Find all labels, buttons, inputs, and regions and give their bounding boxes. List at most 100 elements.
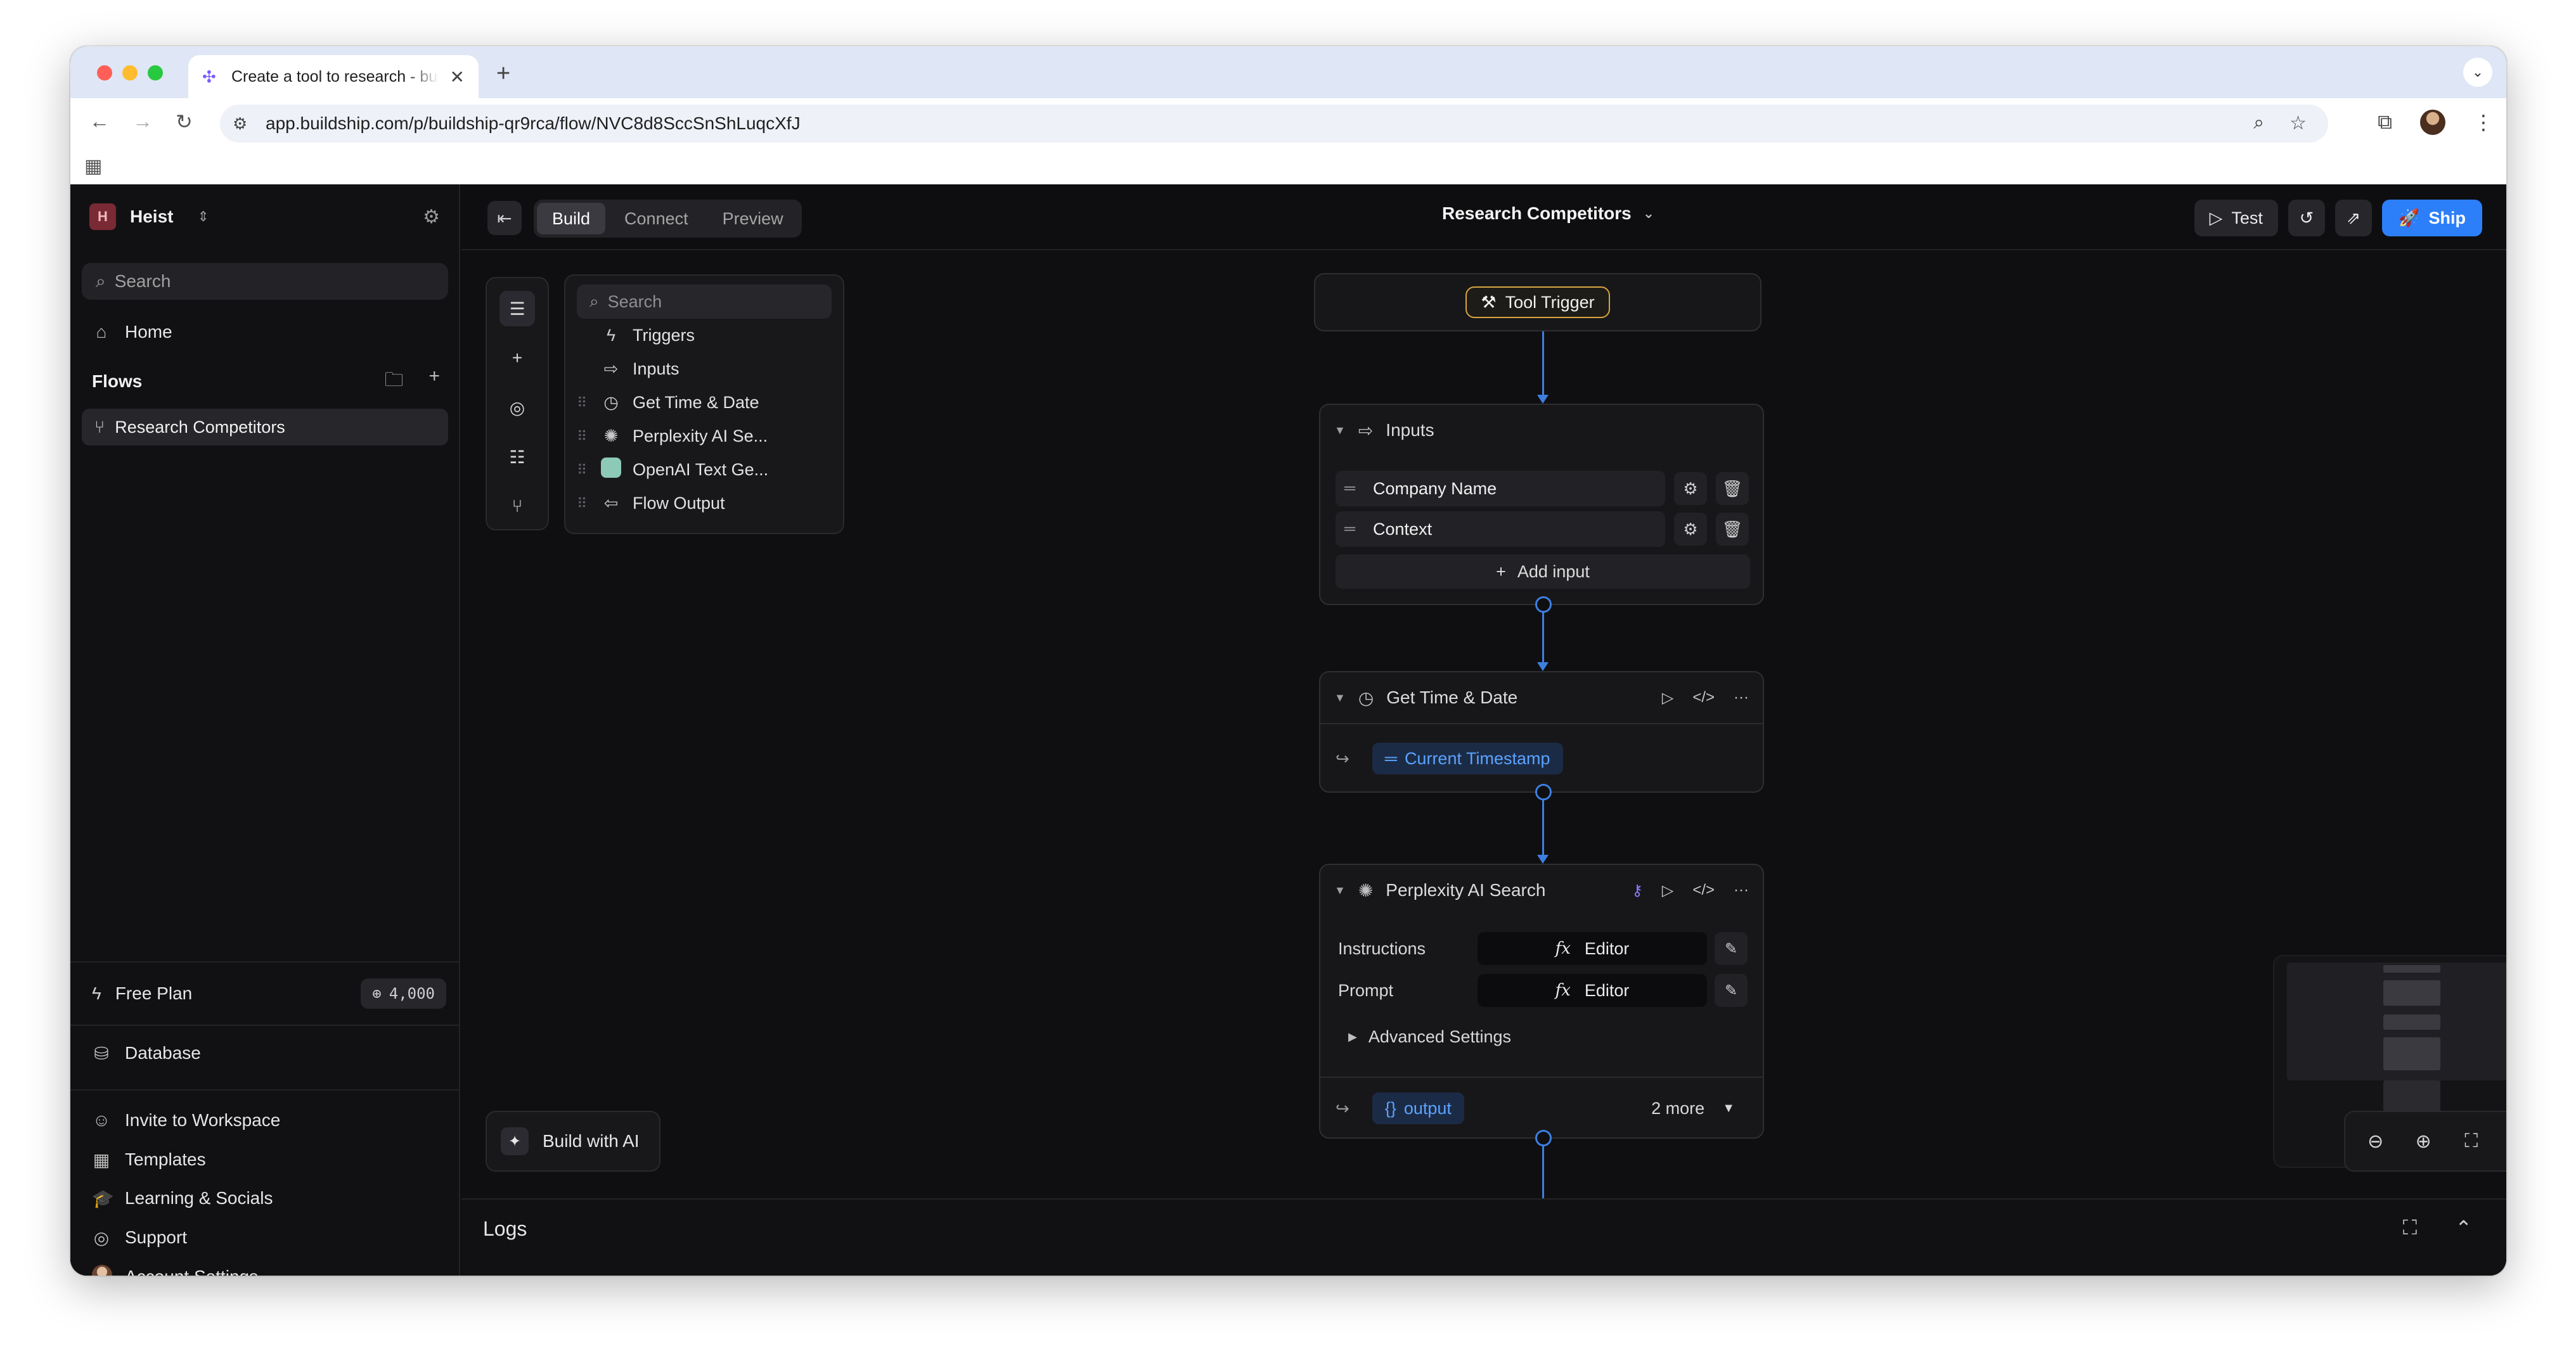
collapse-caret-icon[interactable]: ▼ bbox=[1334, 884, 1346, 897]
address-bar[interactable]: ⚙ app.buildship.com/p/buildship-qr9rca/f… bbox=[220, 105, 2328, 143]
advanced-settings-toggle[interactable]: ▶ Advanced Settings bbox=[1348, 1027, 1511, 1047]
browser-tab[interactable]: ✣ Create a tool to research - buildship … bbox=[188, 55, 479, 98]
map-icon[interactable]: ▤ bbox=[2501, 1130, 2506, 1153]
add-input-button[interactable]: + Add input bbox=[1336, 554, 1750, 589]
trash-icon[interactable]: 🗑 bbox=[1716, 513, 1749, 546]
node-header[interactable]: ▼ ⇨ Inputs bbox=[1320, 405, 1763, 456]
flow-canvas[interactable]: ☰ + ◎ ☷ ⑂ ⌕ ϟ Triggers ⇨ bbox=[461, 252, 2506, 1198]
collapse-caret-icon[interactable]: ▼ bbox=[1334, 424, 1346, 437]
new-tab-button[interactable]: + bbox=[496, 60, 510, 87]
history-button[interactable]: ↺ bbox=[2288, 200, 2325, 236]
step-item-triggers[interactable]: ϟ Triggers bbox=[577, 319, 832, 352]
code-icon[interactable]: </> bbox=[1692, 689, 1715, 707]
collapse-caret-icon[interactable]: ▼ bbox=[1334, 691, 1346, 705]
drag-handle-icon[interactable]: ⠿ bbox=[577, 496, 589, 512]
drag-handle-icon[interactable]: ⠿ bbox=[577, 428, 589, 445]
step-item-perplexity[interactable]: ⠿ ✺ Perplexity AI Se... bbox=[577, 419, 832, 453]
add-flow-icon[interactable]: + bbox=[428, 366, 440, 398]
new-folder-icon[interactable]: 🗀 bbox=[384, 366, 403, 398]
settings-icon[interactable]: ⚙ bbox=[1674, 472, 1707, 505]
add-node-icon[interactable]: + bbox=[499, 340, 535, 376]
connector-dot[interactable] bbox=[1535, 1130, 1552, 1146]
tab-build[interactable]: Build bbox=[537, 203, 606, 234]
more-icon[interactable]: ··· bbox=[1734, 689, 1749, 707]
flow-title-dropdown[interactable]: Research Competitors ⌄ bbox=[1442, 203, 1654, 224]
instructions-editor-button[interactable]: fx Editor bbox=[1478, 932, 1707, 965]
flow-item-research-competitors[interactable]: ⑂ Research Competitors bbox=[82, 409, 448, 445]
collapse-sidebar-button[interactable]: ⇤ bbox=[487, 201, 522, 235]
site-info-icon[interactable]: ⚙ bbox=[233, 114, 258, 134]
sidebar-item-templates[interactable]: ▦ Templates bbox=[92, 1144, 206, 1175]
connector-dot[interactable] bbox=[1535, 784, 1552, 800]
test-button[interactable]: ▷ Test bbox=[2194, 200, 2278, 236]
get-time-node[interactable]: ▼ ◷ Get Time & Date ▷ </> ··· ↪ ═ Curren… bbox=[1319, 671, 1764, 793]
back-icon[interactable]: ← bbox=[89, 110, 110, 133]
input-field-context[interactable]: ═ Context bbox=[1336, 511, 1665, 547]
ai-search-icon[interactable]: ◎ bbox=[499, 390, 535, 425]
sidebar-item-home[interactable]: ⌂ Home bbox=[92, 316, 172, 348]
hierarchy-icon[interactable]: ⑂ bbox=[499, 489, 535, 524]
input-field-row[interactable]: ═ Company Name ⚙ 🗑 bbox=[1336, 471, 1750, 506]
sidebar-item-invite[interactable]: ☺ Invite to Workspace bbox=[92, 1104, 281, 1136]
zoom-icon[interactable]: ⌕ bbox=[2253, 112, 2264, 134]
perplexity-node[interactable]: ▼ ✺ Perplexity AI Search ⚷ ▷ </> ··· Ins… bbox=[1319, 864, 1764, 1139]
node-header[interactable]: ▼ ✺ Perplexity AI Search ⚷ ▷ </> ··· bbox=[1320, 865, 1763, 916]
close-window-button[interactable] bbox=[97, 65, 112, 80]
trash-icon[interactable]: 🗑 bbox=[1716, 472, 1749, 505]
extensions-icon[interactable]: ⧉ bbox=[2378, 110, 2392, 134]
tab-search-button[interactable]: ⌄ bbox=[2463, 58, 2492, 87]
more-icon[interactable]: ··· bbox=[1734, 881, 1749, 900]
drag-handle-icon[interactable]: ⠿ bbox=[577, 395, 589, 411]
sidebar-search[interactable]: ⌕ bbox=[82, 263, 448, 300]
expand-icon[interactable]: ⛶ bbox=[2403, 1216, 2417, 1240]
inputs-node[interactable]: ▼ ⇨ Inputs ═ Company Name ⚙ 🗑 ═ Context bbox=[1319, 404, 1764, 605]
run-step-icon[interactable]: ▷ bbox=[1662, 881, 1673, 900]
pencil-icon[interactable]: ✎ bbox=[1715, 974, 1748, 1007]
trigger-node[interactable]: ⚒ Tool Trigger bbox=[1314, 273, 1761, 331]
credits-badge[interactable]: ⊕ 4,000 bbox=[361, 978, 446, 1009]
output-chip[interactable]: ═ Current Timestamp bbox=[1372, 743, 1563, 774]
sidebar-item-support[interactable]: ◎ Support bbox=[92, 1222, 187, 1253]
step-item-inputs[interactable]: ⇨ Inputs bbox=[577, 352, 832, 386]
tab-connect[interactable]: Connect bbox=[609, 203, 704, 234]
build-with-ai-button[interactable]: ✦ Build with AI bbox=[486, 1111, 660, 1172]
input-field-company-name[interactable]: ═ Company Name bbox=[1336, 471, 1665, 506]
gear-icon[interactable]: ⚙ bbox=[423, 206, 440, 228]
tool-trigger-pill[interactable]: ⚒ Tool Trigger bbox=[1465, 286, 1610, 318]
menu-icon[interactable]: ☰ bbox=[499, 291, 535, 326]
close-tab-icon[interactable]: ✕ bbox=[450, 67, 465, 87]
code-icon[interactable]: </> bbox=[1692, 881, 1715, 900]
sidebar-item-learning[interactable]: 🎓 Learning & Socials bbox=[92, 1182, 273, 1214]
minimize-window-button[interactable] bbox=[122, 65, 138, 80]
pencil-icon[interactable]: ✎ bbox=[1715, 932, 1748, 965]
output-chip[interactable]: {} output bbox=[1372, 1092, 1464, 1124]
drag-handle-icon[interactable]: ⠿ bbox=[577, 462, 589, 478]
open-external-button[interactable]: ⇗ bbox=[2334, 200, 2372, 236]
connector-dot[interactable] bbox=[1535, 596, 1552, 613]
browser-menu-icon[interactable]: ⋮ bbox=[2473, 110, 2494, 134]
key-icon[interactable]: ⚷ bbox=[1632, 881, 1643, 900]
bookmark-star-icon[interactable]: ☆ bbox=[2289, 112, 2307, 134]
input-field-row[interactable]: ═ Context ⚙ 🗑 bbox=[1336, 511, 1750, 547]
more-outputs-dropdown[interactable]: 2 more ▼ bbox=[1651, 1099, 1748, 1118]
chevron-up-icon[interactable]: ⌃ bbox=[2455, 1216, 2472, 1240]
settings-icon[interactable]: ⚙ bbox=[1674, 513, 1707, 546]
steps-search-input[interactable] bbox=[607, 291, 811, 312]
sidebar-search-input[interactable] bbox=[114, 271, 419, 291]
zoom-out-icon[interactable]: ⊖ bbox=[2358, 1130, 2393, 1153]
maximize-window-button[interactable] bbox=[148, 65, 163, 80]
steps-search[interactable]: ⌕ bbox=[577, 285, 832, 319]
workspace-switcher[interactable]: H Heist ⇕ ⚙ bbox=[89, 201, 440, 233]
step-item-openai[interactable]: ⠿ OpenAI Text Ge... bbox=[577, 453, 832, 487]
prompt-editor-button[interactable]: fx Editor bbox=[1478, 974, 1707, 1007]
step-item-flow-output[interactable]: ⠿ ⇦ Flow Output bbox=[577, 487, 832, 520]
sidebar-item-database[interactable]: ⛁ Database bbox=[92, 1037, 201, 1069]
reload-icon[interactable]: ↻ bbox=[176, 110, 193, 134]
sidebar-item-account-settings[interactable]: Account Settings bbox=[92, 1261, 258, 1276]
step-item-get-time[interactable]: ⠿ ◷ Get Time & Date bbox=[577, 386, 832, 419]
run-step-icon[interactable]: ▷ bbox=[1662, 689, 1673, 707]
zoom-in-icon[interactable]: ⊕ bbox=[2405, 1130, 2441, 1153]
node-header[interactable]: ▼ ◷ Get Time & Date ▷ </> ··· bbox=[1320, 672, 1763, 723]
forward-icon[interactable]: → bbox=[132, 110, 153, 133]
ship-button[interactable]: 🚀 Ship bbox=[2381, 200, 2482, 236]
